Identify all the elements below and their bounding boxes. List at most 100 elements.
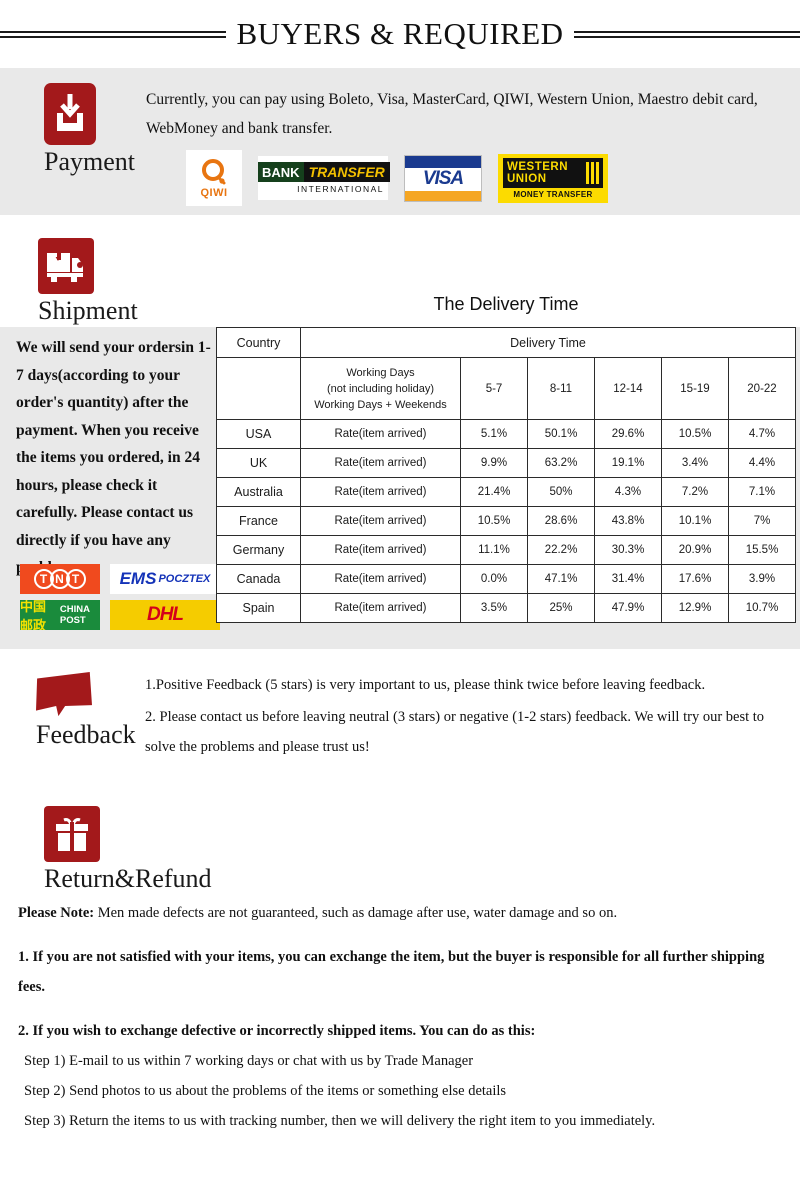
row-value: 0.0%: [460, 564, 528, 594]
row-value: 15.5%: [728, 535, 796, 565]
payment-description: Currently, you can pay using Boleto, Vis…: [146, 91, 758, 137]
feedback-label: Feedback: [36, 720, 136, 749]
table-row: Germany Rate(item arrived) 11.1% 22.2% 3…: [216, 535, 796, 565]
row-rate-label: Rate(item arrived): [300, 564, 461, 594]
row-rate-label: Rate(item arrived): [300, 477, 461, 507]
table-row: Australia Rate(item arrived) 21.4% 50% 4…: [216, 477, 796, 507]
page-header: BUYERS & REQUIRED: [0, 0, 800, 68]
row-value: 21.4%: [460, 477, 528, 507]
row-value: 43.8%: [594, 506, 662, 536]
subheader-working-days: Working Days (not including holiday) Wor…: [300, 357, 461, 420]
ems-logo-text: EMS: [119, 569, 157, 588]
row-value: 63.2%: [527, 448, 595, 478]
return-note: Please Note: Men made defects are not gu…: [18, 898, 784, 928]
tnt-logo: TNT: [20, 564, 100, 594]
western-union-logo: WESTERN UNION MONEY TRANSFER: [498, 153, 608, 203]
row-rate-label: Rate(item arrived): [300, 593, 461, 623]
header-rule-left: [0, 30, 227, 39]
return-para-2: 2. If you wish to exchange defective or …: [18, 1023, 536, 1039]
row-value: 17.6%: [661, 564, 729, 594]
visa-logo-text: VISA: [405, 167, 481, 191]
delivery-truck-icon: [38, 238, 94, 294]
row-value: 3.4%: [661, 448, 729, 478]
speech-bubble-icon: [36, 672, 92, 717]
row-value: 25%: [527, 593, 595, 623]
dhl-logo: DHL: [110, 600, 220, 630]
delivery-time-table: Country Delivery Time Working Days (not …: [216, 327, 796, 623]
china-post-en-text: CHINA POST: [59, 604, 90, 626]
return-step-1: Step 1) E-mail to us within 7 working da…: [24, 1053, 474, 1069]
subheader-country-blank: [216, 357, 301, 420]
row-country: UK: [216, 448, 301, 478]
row-rate-label: Rate(item arrived): [300, 506, 461, 536]
return-section-header: Return&Refund: [44, 806, 212, 894]
row-country: Australia: [216, 477, 301, 507]
visa-gold-bar: [405, 190, 481, 201]
day-range-0: 5-7: [460, 357, 528, 420]
row-rate-label: Rate(item arrived): [300, 535, 461, 565]
shipment-label: Shipment: [38, 296, 138, 325]
return-step-3: Step 3) Return the items to us with trac…: [24, 1113, 656, 1129]
visa-blue-bar: [405, 155, 481, 168]
row-country: Canada: [216, 564, 301, 594]
row-value: 12.9%: [661, 593, 729, 623]
feedback-line-1: 1.Positive Feedback (5 stars) is very im…: [145, 677, 706, 693]
table-header-row: Country Delivery Time: [216, 327, 796, 358]
row-value: 28.6%: [527, 506, 595, 536]
row-rate-label: Rate(item arrived): [300, 419, 461, 449]
feedback-description: 1.Positive Feedback (5 stars) is very im…: [145, 670, 793, 764]
row-value: 3.5%: [460, 593, 528, 623]
day-range-4: 20-22: [728, 357, 796, 420]
day-range-1: 8-11: [527, 357, 595, 420]
row-value: 50.1%: [527, 419, 595, 449]
feedback-section-header: Feedback: [36, 672, 136, 750]
return-step-2: Step 2) Send photos to us about the prob…: [24, 1083, 507, 1099]
working-days-line3: Working Days + Weekends: [314, 398, 447, 411]
qiwi-logo-text: QIWI: [200, 187, 228, 199]
shipment-section-header: Shipment: [38, 238, 138, 326]
row-value: 50%: [527, 477, 595, 507]
table-row: Spain Rate(item arrived) 3.5% 25% 47.9% …: [216, 593, 796, 623]
row-value: 47.1%: [527, 564, 595, 594]
working-days-line2: (not including holiday): [326, 382, 434, 395]
row-value: 5.1%: [460, 419, 528, 449]
row-value: 4.7%: [728, 419, 796, 449]
row-value: 10.5%: [460, 506, 528, 536]
buyers-required-page: BUYERS & REQUIRED Payment Currently, you…: [0, 0, 800, 1185]
row-value: 10.7%: [728, 593, 796, 623]
visa-logo: VISA: [404, 154, 482, 202]
row-value: 22.2%: [527, 535, 595, 565]
bank-transfer-logo: BANK TRANSFER INTERNATIONAL: [258, 156, 390, 200]
header-country: Country: [216, 327, 301, 358]
gift-box-icon: [44, 806, 100, 862]
china-post-logo: 中国邮政 CHINA POST: [20, 600, 100, 630]
working-days-line1: Working Days: [346, 366, 415, 379]
return-policy-body: Please Note: Men made defects are not gu…: [18, 898, 784, 1136]
table-row: USA Rate(item arrived) 5.1% 50.1% 29.6% …: [216, 419, 796, 449]
row-value: 29.6%: [594, 419, 662, 449]
row-country: USA: [216, 419, 301, 449]
carrier-logos: TNT EMS POCZTEX 中国邮政 CHINA POST DHL: [20, 564, 220, 630]
feedback-line-2: 2. Please contact us before leaving neut…: [145, 709, 765, 755]
return-note-label: Please Note:: [18, 905, 95, 921]
day-range-2: 12-14: [594, 357, 662, 420]
row-value: 30.3%: [594, 535, 662, 565]
qiwi-logo: QIWI: [186, 150, 242, 206]
qiwi-mark-icon: [199, 157, 229, 187]
header-rule-right: [573, 30, 800, 39]
row-value: 7.1%: [728, 477, 796, 507]
row-value: 47.9%: [594, 593, 662, 623]
row-value: 31.4%: [594, 564, 662, 594]
bank-transfer-word-transfer: TRANSFER: [303, 162, 390, 182]
header-delivery-time: Delivery Time: [300, 327, 796, 358]
delivery-table-title: The Delivery Time: [433, 294, 579, 314]
table-row: UK Rate(item arrived) 9.9% 63.2% 19.1% 3…: [216, 448, 796, 478]
return-label: Return&Refund: [44, 864, 212, 893]
row-value: 4.4%: [728, 448, 796, 478]
wu-subtitle: MONEY TRANSFER: [513, 189, 593, 199]
wu-line1: WESTERN: [507, 160, 568, 173]
row-value: 7.2%: [661, 477, 729, 507]
row-value: 7%: [728, 506, 796, 536]
row-value: 11.1%: [460, 535, 528, 565]
table-subheader-row: Working Days (not including holiday) Wor…: [216, 357, 796, 420]
